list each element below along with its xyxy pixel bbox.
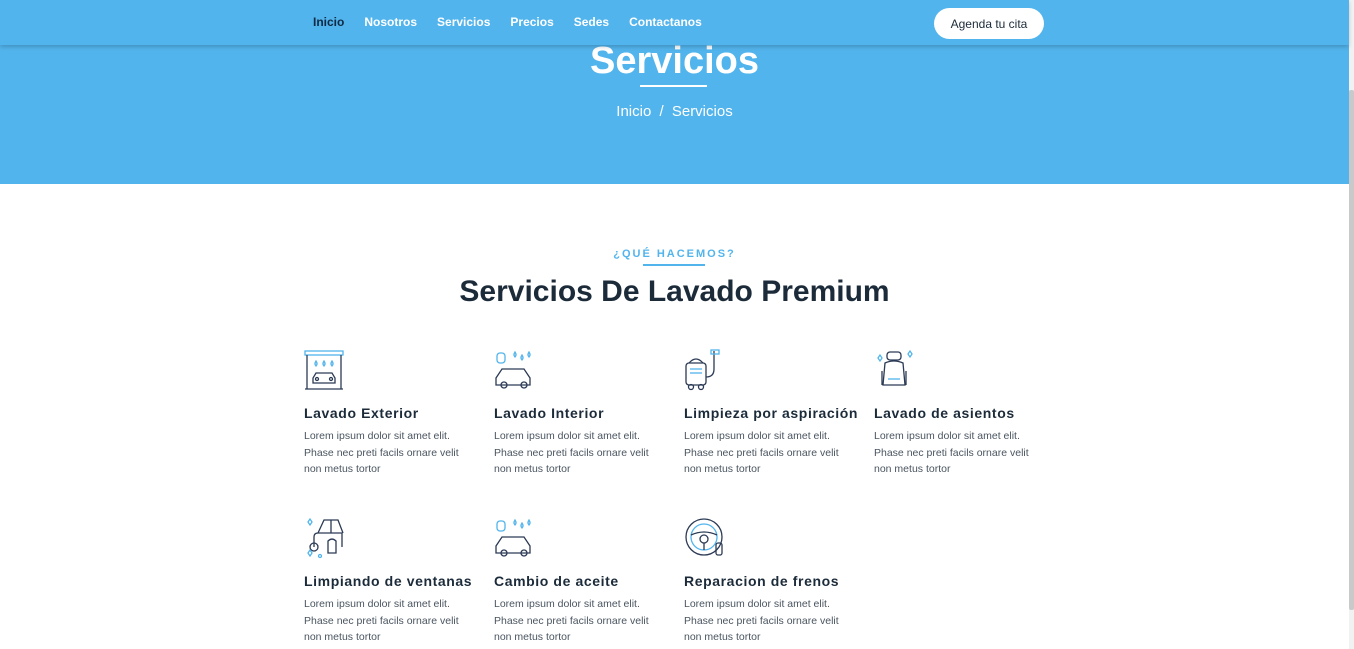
service-description: Lorem ipsum dolor sit amet elit. Phase n… [304,598,459,643]
service-card-limpieza-aspiracion: Limpieza por aspiración Lorem ipsum dolo… [684,349,864,478]
service-title: Limpiando de ventanas [304,573,473,589]
service-card-limpiando-ventanas: Limpiando de ventanas Lorem ipsum dolor … [304,517,484,646]
service-card-reparacion-frenos: Reparacion de frenos Lorem ipsum dolor s… [684,517,864,646]
service-title: Cambio de aceite [494,573,619,589]
vacuum-cleaner-icon [685,349,720,391]
breadcrumb-home-link[interactable]: Inicio [616,103,651,120]
book-appointment-button[interactable]: Agenda tu cita [934,8,1044,39]
service-card-lavado-exterior: Lavado Exterior Lorem ipsum dolor sit am… [304,349,484,478]
service-title: Reparacion de frenos [684,573,840,589]
page-title: Servicios [590,40,759,82]
breadcrumb: Inicio / Servicios [0,103,1349,120]
service-description: Lorem ipsum dolor sit amet elit. Phase n… [494,598,649,643]
steering-wheel-icon [685,518,723,556]
service-description: Lorem ipsum dolor sit amet elit. Phase n… [874,430,1029,475]
top-navbar: Inicio Nosotros Servicios Precios Sedes … [0,0,1349,45]
breadcrumb-current: Servicios [671,103,733,120]
nav-links: Inicio Nosotros Servicios Precios Sedes … [313,15,722,29]
scrollbar-thumb[interactable] [1349,90,1354,610]
service-title: Lavado de asientos [874,405,1015,421]
car-soap-icon [495,518,531,557]
car-soap-icon [495,350,531,389]
service-description: Lorem ipsum dolor sit amet elit. Phase n… [684,430,839,475]
window-cleaning-icon [307,517,344,559]
kicker-underline [643,264,705,266]
service-card-cambio-aceite: Cambio de aceite Lorem ipsum dolor sit a… [494,517,674,646]
service-title: Lavado Interior [494,405,605,421]
service-title: Limpieza por aspiración [684,405,859,421]
nav-link-contactanos[interactable]: Contactanos [629,15,702,29]
service-title: Lavado Exterior [304,405,419,421]
nav-link-sedes[interactable]: Sedes [574,15,609,29]
service-description: Lorem ipsum dolor sit amet elit. Phase n… [684,598,839,643]
section-title: Servicios De Lavado Premium [459,275,890,308]
service-description: Lorem ipsum dolor sit amet elit. Phase n… [304,430,459,475]
car-wash-tunnel-icon [304,350,344,390]
car-seat-icon [877,349,913,386]
service-card-lavado-interior: Lavado Interior Lorem ipsum dolor sit am… [494,349,674,478]
breadcrumb-separator: / [659,103,664,120]
nav-link-servicios[interactable]: Servicios [437,15,490,29]
nav-link-precios[interactable]: Precios [510,15,553,29]
service-card-lavado-asientos: Lavado de asientos Lorem ipsum dolor sit… [874,349,1054,478]
section-kicker: ¿QUÉ HACEMOS? [613,248,736,260]
nav-link-inicio[interactable]: Inicio [313,15,344,29]
nav-link-nosotros[interactable]: Nosotros [364,15,417,29]
title-underline [640,85,707,87]
service-description: Lorem ipsum dolor sit amet elit. Phase n… [494,430,649,475]
